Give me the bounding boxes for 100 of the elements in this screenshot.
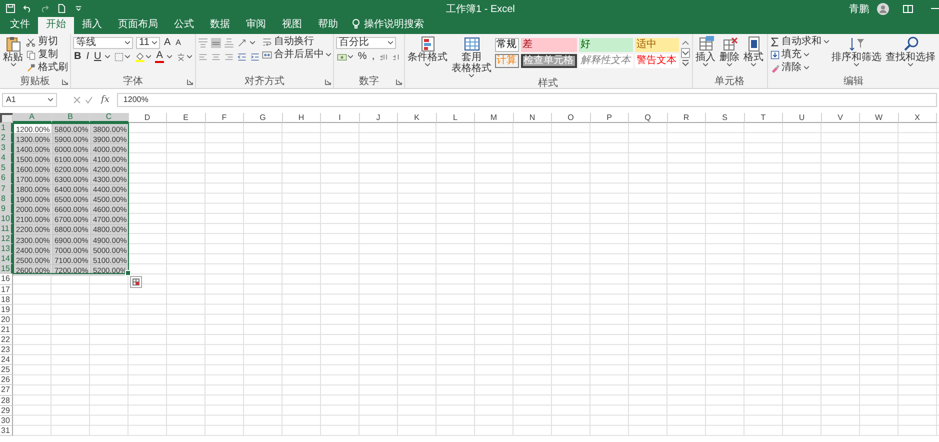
ribbon-tab[interactable]: 帮助 bbox=[310, 17, 346, 34]
tell-me-search[interactable]: 操作说明搜索 bbox=[364, 17, 424, 31]
row-header[interactable]: 28 bbox=[0, 396, 13, 406]
row-header[interactable]: 24 bbox=[0, 355, 13, 366]
ribbon-tab[interactable]: 插入 bbox=[74, 17, 110, 34]
row-header[interactable]: 14 bbox=[0, 254, 13, 264]
row-header[interactable]: 8 bbox=[0, 194, 13, 204]
column-header[interactable]: V bbox=[822, 113, 860, 123]
column-header[interactable]: S bbox=[706, 113, 744, 123]
row-header[interactable]: 18 bbox=[0, 294, 13, 305]
row-header[interactable]: 13 bbox=[0, 244, 13, 254]
clipboard-command[interactable]: 复制 bbox=[26, 49, 68, 61]
row-header[interactable]: 12 bbox=[0, 234, 13, 244]
ribbon-display-icon[interactable] bbox=[903, 4, 913, 12]
column-header[interactable]: P bbox=[590, 113, 629, 123]
redo-icon[interactable] bbox=[40, 4, 49, 13]
column-header[interactable]: E bbox=[167, 113, 206, 123]
column-header[interactable]: U bbox=[783, 113, 822, 123]
merge-center-button[interactable]: 合并后居中 bbox=[262, 49, 331, 61]
row-header[interactable]: 29 bbox=[0, 406, 13, 416]
format-as-table-button[interactable]: 套用 表格格式 bbox=[450, 36, 493, 78]
wrap-text-button[interactable]: 自动换行 bbox=[262, 36, 331, 48]
font-color-button[interactable]: A bbox=[155, 50, 164, 62]
row-header[interactable]: 27 bbox=[0, 385, 13, 396]
column-header[interactable]: N bbox=[514, 113, 552, 123]
column-header[interactable]: W bbox=[860, 113, 898, 123]
column-header[interactable]: G bbox=[244, 113, 282, 123]
editing-command[interactable]: 自动求和 bbox=[770, 36, 829, 48]
row-header[interactable]: 19 bbox=[0, 304, 13, 315]
row-header[interactable]: 25 bbox=[0, 365, 13, 376]
percent-button[interactable]: % bbox=[356, 50, 368, 62]
cell-style[interactable]: 差 bbox=[520, 38, 577, 52]
cells-command[interactable]: 插入 bbox=[694, 36, 717, 76]
row-header[interactable]: 15 bbox=[0, 264, 13, 274]
cell-style[interactable]: 常规 bbox=[494, 38, 519, 52]
column-header[interactable]: C bbox=[90, 113, 128, 123]
column-header[interactable]: H bbox=[282, 113, 321, 123]
column-header[interactable]: M bbox=[475, 113, 514, 123]
undo-icon[interactable] bbox=[23, 4, 32, 13]
ribbon-tab[interactable]: 页面布局 bbox=[110, 17, 166, 34]
row-header[interactable]: 6 bbox=[0, 173, 13, 184]
column-header[interactable]: L bbox=[436, 113, 475, 123]
dialog-launcher-icon[interactable] bbox=[186, 79, 193, 85]
row-header[interactable]: 17 bbox=[0, 284, 13, 295]
cell-style[interactable]: 好 bbox=[578, 38, 633, 52]
paste-button[interactable]: 粘贴 bbox=[2, 36, 24, 76]
ribbon-tab[interactable]: 文件 bbox=[2, 17, 38, 34]
cells-command[interactable]: 格式 bbox=[742, 36, 765, 76]
ribbon-tab[interactable]: 审阅 bbox=[238, 17, 274, 34]
accounting-button[interactable] bbox=[336, 52, 354, 62]
cell-style[interactable]: 适中 bbox=[634, 38, 679, 52]
ribbon-tab[interactable]: 数据 bbox=[202, 17, 238, 34]
formula-field[interactable]: 1200% bbox=[117, 92, 937, 106]
row-header[interactable]: 9 bbox=[0, 204, 13, 214]
editing-command[interactable]: 清除 bbox=[770, 62, 829, 74]
row-header[interactable]: 16 bbox=[0, 274, 13, 284]
row-header[interactable]: 20 bbox=[0, 314, 13, 325]
scroll-down-icon[interactable] bbox=[680, 48, 690, 58]
conditional-format-button[interactable]: 条件格式 bbox=[406, 36, 449, 78]
column-header[interactable]: A bbox=[13, 113, 52, 123]
find-select-button[interactable]: 查找和选择 bbox=[884, 36, 937, 76]
comma-button[interactable]: , bbox=[370, 50, 376, 62]
sort-filter-button[interactable]: 排序和筛选 bbox=[830, 36, 883, 76]
column-header[interactable]: F bbox=[206, 113, 244, 123]
save-icon[interactable] bbox=[6, 4, 15, 13]
underline-button[interactable]: U bbox=[93, 50, 102, 62]
editing-command[interactable]: 填充 bbox=[770, 49, 829, 61]
insert-function-button[interactable]: fx bbox=[101, 94, 110, 104]
dialog-launcher-icon[interactable] bbox=[62, 79, 68, 85]
customize-icon[interactable] bbox=[74, 4, 83, 13]
column-header[interactable]: T bbox=[744, 113, 783, 123]
column-header[interactable]: D bbox=[128, 113, 167, 123]
font-size-dropdown[interactable]: 11 bbox=[136, 36, 160, 48]
cells-command[interactable]: 删除 bbox=[718, 36, 741, 76]
new-document-icon[interactable] bbox=[57, 4, 66, 13]
row-header[interactable]: 31 bbox=[0, 426, 13, 436]
font-name-dropdown[interactable]: 等线 bbox=[73, 36, 133, 48]
dialog-launcher-icon[interactable] bbox=[396, 79, 402, 85]
column-header[interactable]: J bbox=[360, 113, 398, 123]
column-header[interactable]: X bbox=[898, 113, 937, 123]
row-header[interactable]: 23 bbox=[0, 345, 13, 356]
cell-style[interactable]: 警告文本 bbox=[634, 54, 679, 68]
row-header[interactable]: 5 bbox=[0, 163, 13, 174]
clipboard-command[interactable]: 剪切 bbox=[26, 36, 68, 48]
row-header[interactable]: 1 bbox=[0, 123, 13, 134]
column-header[interactable]: K bbox=[398, 113, 436, 123]
column-header[interactable]: R bbox=[668, 113, 706, 123]
row-header[interactable]: 10 bbox=[0, 214, 13, 224]
more-styles-icon[interactable] bbox=[680, 58, 690, 68]
row-header[interactable]: 30 bbox=[0, 416, 13, 426]
row-header[interactable]: 26 bbox=[0, 375, 13, 386]
quick-analysis-icon[interactable] bbox=[130, 276, 142, 288]
dialog-launcher-icon[interactable] bbox=[324, 79, 331, 85]
select-all-button[interactable] bbox=[0, 113, 13, 123]
shrink-font-button[interactable]: A bbox=[174, 36, 182, 48]
italic-button[interactable]: I bbox=[85, 50, 90, 62]
minimize-icon[interactable] bbox=[931, 8, 939, 10]
borders-button[interactable] bbox=[113, 52, 132, 62]
bold-button[interactable]: B bbox=[73, 50, 82, 62]
grow-font-button[interactable]: A bbox=[163, 36, 172, 48]
